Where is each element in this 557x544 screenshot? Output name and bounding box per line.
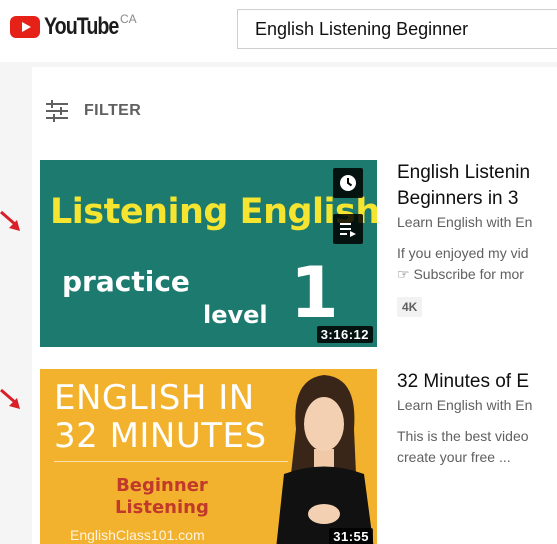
video-title[interactable]: English Listenin xyxy=(397,160,557,186)
video-description-line-2: create your free ... xyxy=(397,449,511,465)
thumbnail-divider xyxy=(54,461,288,462)
quality-badge: 4K xyxy=(397,297,423,317)
thumbnail-practice: practice xyxy=(62,265,190,298)
thumbnail-url: EnglishClass101.com xyxy=(70,527,205,543)
duration-badge: 3:16:12 xyxy=(316,326,373,343)
thumbnail-subtitle: Beginner Listening xyxy=(115,475,209,519)
masthead: YouTube CA xyxy=(0,0,557,62)
logo-region: CA xyxy=(120,12,137,26)
video-title-line-2[interactable]: Beginners in 3 xyxy=(397,186,557,212)
youtube-play-icon xyxy=(10,16,40,38)
youtube-logo[interactable]: YouTube CA xyxy=(10,12,137,40)
thumbnail-headline: ENGLISH IN 32 MINUTES xyxy=(54,378,267,456)
clock-icon xyxy=(340,175,356,191)
thumbnail-subtitle-line-2: Listening xyxy=(115,497,209,518)
playlist-add-icon xyxy=(340,223,356,237)
logo-text: YouTube xyxy=(44,13,119,40)
search-box xyxy=(237,9,557,49)
video-description: If you enjoyed my vid xyxy=(397,245,529,261)
video-description-line-2: ☞ Subscribe for mor xyxy=(397,266,524,282)
video-thumbnail[interactable]: ENGLISH IN 32 MINUTES Beginner Listening… xyxy=(40,369,377,544)
thumbnail-level-label: level xyxy=(203,301,268,329)
thumbnail-subtitle-line-1: Beginner xyxy=(116,475,208,496)
thumbnail-headline: Listening English xyxy=(50,192,377,232)
video-meta: English Listenin Beginners in 3 Learn En… xyxy=(397,160,557,317)
search-input[interactable] xyxy=(238,10,557,48)
presenter-image xyxy=(276,375,374,544)
channel-name[interactable]: Learn English with En xyxy=(397,397,557,413)
annotation-arrow-icon xyxy=(0,389,20,409)
video-description: This is the best video xyxy=(397,428,529,444)
add-to-queue-button[interactable] xyxy=(333,214,363,244)
duration-badge: 31:55 xyxy=(329,528,373,544)
annotation-arrow-icon xyxy=(0,211,20,231)
watch-later-button[interactable] xyxy=(333,168,363,198)
video-title[interactable]: 32 Minutes of E xyxy=(397,369,557,395)
thumbnail-level-number: 1 xyxy=(290,252,339,334)
channel-name[interactable]: Learn English with En xyxy=(397,214,557,230)
filter-button[interactable]: FILTER xyxy=(44,99,141,123)
video-thumbnail[interactable]: Listening English practice level 1 3:16:… xyxy=(40,160,377,347)
video-meta: 32 Minutes of E Learn English with En Th… xyxy=(397,369,557,468)
filter-label: FILTER xyxy=(84,102,142,119)
filter-sliders-icon xyxy=(46,100,68,122)
